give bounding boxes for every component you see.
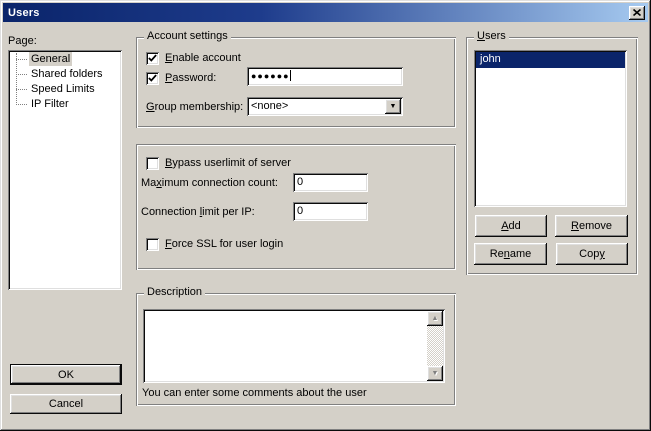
bypass-userlimit-checkbox[interactable] xyxy=(146,157,159,170)
force-ssl-checkbox[interactable] xyxy=(146,238,159,251)
arrow-up-icon: ▲ xyxy=(432,315,439,322)
description-hint: You can enter some comments about the us… xyxy=(142,387,367,399)
remove-button[interactable]: Remove xyxy=(555,215,628,237)
arrow-down-icon: ▼ xyxy=(432,370,439,377)
add-button[interactable]: Add xyxy=(475,215,547,237)
text-caret xyxy=(290,70,291,81)
connection-per-ip-input[interactable]: 0 xyxy=(293,202,368,221)
max-connection-input[interactable]: 0 xyxy=(293,173,368,192)
bypass-userlimit-row: Bypass userlimit of server xyxy=(146,157,291,170)
group-membership-value: <none> xyxy=(251,99,288,113)
users-list[interactable]: john xyxy=(474,50,627,207)
scroll-up-button[interactable]: ▲ xyxy=(427,311,443,326)
page-label: Page: xyxy=(8,35,37,47)
enable-account-row: Enable account xyxy=(146,52,241,65)
password-input[interactable]: ●●●●●● xyxy=(247,67,403,86)
password-row: Password: xyxy=(146,72,216,85)
password-value: ●●●●●● xyxy=(251,71,290,81)
tree-item-general[interactable]: General xyxy=(8,52,122,67)
user-list-item[interactable]: john xyxy=(476,52,625,68)
ok-button[interactable]: OK xyxy=(10,364,122,385)
rename-button[interactable]: Rename xyxy=(474,243,547,265)
account-settings-group: Account settings Enable account Password… xyxy=(136,37,456,128)
description-scrollbar[interactable]: ▲ ▼ xyxy=(427,311,443,381)
tree-item-shared-folders[interactable]: Shared folders xyxy=(8,67,122,82)
connection-per-ip-label: Connection limit per IP: xyxy=(141,206,255,218)
chevron-down-icon: ▼ xyxy=(390,103,397,110)
check-icon xyxy=(148,54,157,63)
account-settings-caption: Account settings xyxy=(144,30,231,43)
enable-account-checkbox[interactable] xyxy=(146,52,159,65)
max-connection-value: 0 xyxy=(297,176,303,188)
description-group: Description ▲ ▼ You can enter some comme… xyxy=(136,293,456,406)
tree-item-speed-limits[interactable]: Speed Limits xyxy=(8,82,122,97)
window-title: Users xyxy=(8,7,629,19)
group-membership-label: Group membership: xyxy=(146,101,243,113)
cancel-button[interactable]: Cancel xyxy=(10,394,122,414)
scroll-down-button[interactable]: ▼ xyxy=(427,366,443,381)
enable-account-label[interactable]: Enable account xyxy=(165,52,241,65)
force-ssl-row: Force SSL for user login xyxy=(146,238,283,251)
group-membership-dropdown-button[interactable]: ▼ xyxy=(385,99,401,114)
tree-item-ip-filter[interactable]: IP Filter xyxy=(8,97,122,112)
password-label[interactable]: Password: xyxy=(165,72,216,85)
scroll-track[interactable] xyxy=(427,326,443,366)
force-ssl-label[interactable]: Force SSL for user login xyxy=(165,238,283,251)
copy-button[interactable]: Copy xyxy=(556,243,628,265)
password-checkbox[interactable] xyxy=(146,72,159,85)
max-connection-label: Maximum connection count: xyxy=(141,177,278,189)
close-button[interactable] xyxy=(629,6,645,20)
users-dialog: Users Page: General Shared folders Speed… xyxy=(0,0,651,431)
description-textarea[interactable]: ▲ ▼ xyxy=(143,309,445,383)
page-tree[interactable]: General Shared folders Speed Limits IP F… xyxy=(8,50,122,290)
title-bar[interactable]: Users xyxy=(3,3,648,22)
group-membership-combobox[interactable]: <none> ▼ xyxy=(247,97,403,116)
users-group: Users john Add Remove Rename Copy xyxy=(466,37,638,275)
connection-per-ip-value: 0 xyxy=(297,205,303,217)
users-caption: Users xyxy=(474,30,509,43)
bypass-userlimit-label[interactable]: Bypass userlimit of server xyxy=(165,157,291,170)
close-icon xyxy=(633,9,641,16)
check-icon xyxy=(148,74,157,83)
limits-group: Bypass userlimit of server Maximum conne… xyxy=(136,144,456,270)
user-name: john xyxy=(480,53,501,65)
description-caption: Description xyxy=(144,286,205,299)
